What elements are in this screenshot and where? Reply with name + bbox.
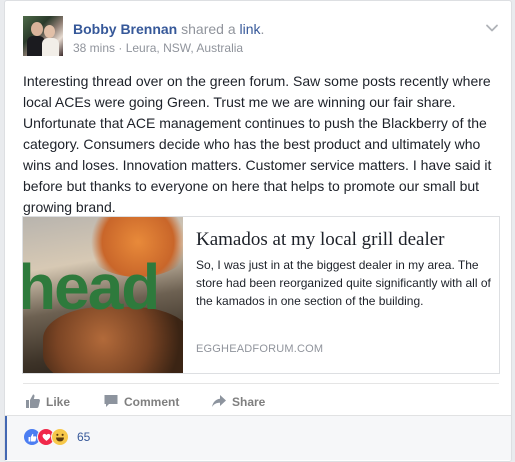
- post-time[interactable]: 38 mins: [73, 41, 115, 55]
- haha-icon: [51, 428, 69, 446]
- link-description: So, I was just in at the biggest dealer …: [196, 258, 491, 308]
- share-button[interactable]: Share: [211, 393, 265, 410]
- link-domain: EGGHEADFORUM.COM: [196, 343, 324, 355]
- reactions-accent: [5, 416, 7, 460]
- reactions-bar: 65: [5, 415, 511, 460]
- like-button[interactable]: Like: [25, 393, 70, 410]
- comment-icon: [104, 395, 118, 407]
- meta-separator: ·: [115, 41, 126, 55]
- shared-link[interactable]: link: [240, 21, 261, 37]
- link-preview[interactable]: head Kamados at my local grill dealer So…: [22, 216, 500, 374]
- action-text: shared a: [177, 21, 240, 37]
- chevron-down-icon[interactable]: [485, 21, 499, 35]
- post-meta: 38 mins · Leura, NSW, Australia: [73, 40, 243, 56]
- post-location[interactable]: Leura, NSW, Australia: [126, 41, 243, 55]
- comment-label: Comment: [124, 395, 180, 409]
- reaction-icons[interactable]: [23, 428, 79, 446]
- action-bar: Like Comment Share: [23, 383, 499, 418]
- link-title[interactable]: Kamados at my local grill dealer: [196, 228, 491, 252]
- post-card: Bobby Brennan shared a link. 38 mins · L…: [4, 0, 512, 462]
- like-label: Like: [46, 395, 71, 409]
- reaction-count[interactable]: 65: [77, 429, 90, 445]
- post-body: Interesting thread over on the green for…: [23, 73, 492, 215]
- comment-button[interactable]: Comment: [103, 393, 179, 410]
- share-arrow-icon: [212, 395, 226, 407]
- author-name[interactable]: Bobby Brennan: [73, 21, 177, 37]
- share-label: Share: [232, 395, 266, 409]
- thumbs-up-icon: [26, 394, 40, 408]
- action-end: .: [260, 21, 265, 37]
- link-preview-image[interactable]: head: [23, 217, 183, 373]
- post-header: Bobby Brennan shared a link.: [73, 20, 264, 38]
- avatar[interactable]: [23, 16, 63, 56]
- image-logo-text: head: [23, 251, 160, 323]
